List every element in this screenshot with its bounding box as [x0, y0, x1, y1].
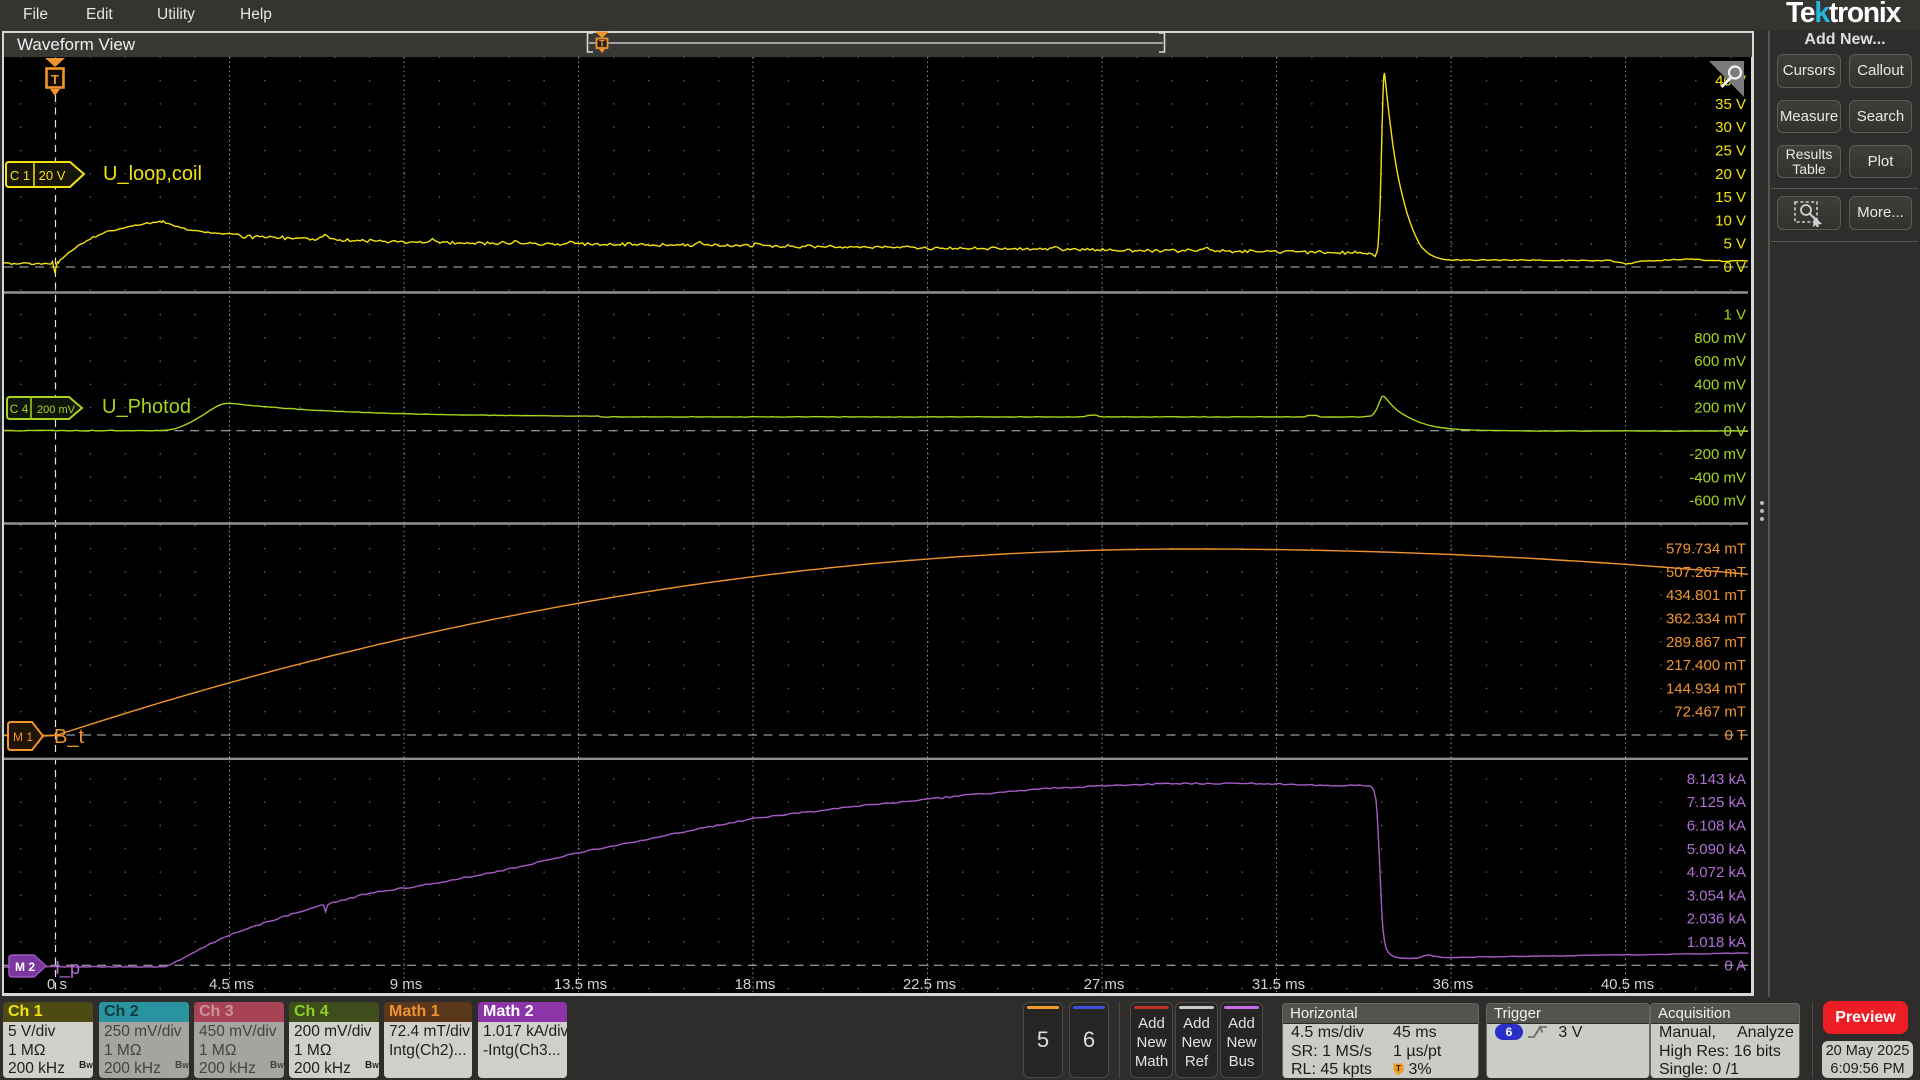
svg-text:T: T [51, 72, 59, 87]
svg-text:U_loop,coil: U_loop,coil [103, 163, 202, 185]
svg-text:13.5 ms: 13.5 ms [554, 976, 607, 993]
svg-text:5 V: 5 V [1723, 236, 1746, 253]
svg-text:I_p: I_p [55, 958, 80, 979]
svg-text:22.5 ms: 22.5 ms [903, 976, 956, 993]
svg-text:20 V: 20 V [1715, 166, 1746, 183]
svg-text:0 T: 0 T [1725, 727, 1746, 744]
svg-text:18 ms: 18 ms [735, 976, 776, 993]
svg-text:-600 mV: -600 mV [1689, 493, 1746, 510]
svg-text:1 V: 1 V [1723, 307, 1746, 324]
svg-text:30 V: 30 V [1715, 119, 1746, 136]
svg-text:7.125 kA: 7.125 kA [1687, 794, 1746, 811]
svg-text:31.5 ms: 31.5 ms [1252, 976, 1305, 993]
svg-text:6.108 kA: 6.108 kA [1687, 818, 1746, 835]
svg-text:B_t: B_t [54, 726, 84, 748]
svg-text:3.054 kA: 3.054 kA [1687, 887, 1746, 904]
svg-text:5.090 kA: 5.090 kA [1687, 841, 1746, 858]
svg-text:36 ms: 36 ms [1433, 976, 1474, 993]
svg-text:4.072 kA: 4.072 kA [1687, 864, 1746, 881]
svg-text:20 V: 20 V [39, 168, 66, 183]
svg-text:M 2: M 2 [15, 960, 35, 974]
svg-text:1.018 kA: 1.018 kA [1687, 934, 1746, 951]
svg-text:8.143 kA: 8.143 kA [1687, 771, 1746, 788]
svg-text:2.036 kA: 2.036 kA [1687, 911, 1746, 928]
svg-text:T: T [1396, 1064, 1401, 1073]
svg-text:217.400 mT: 217.400 mT [1666, 657, 1746, 674]
svg-text:-400 mV: -400 mV [1689, 469, 1746, 486]
svg-text:M 1: M 1 [13, 730, 33, 744]
svg-text:10 V: 10 V [1715, 212, 1746, 229]
svg-text:400 mV: 400 mV [1694, 376, 1746, 393]
svg-text:U_Photod: U_Photod [102, 396, 191, 418]
svg-text:4.5 ms: 4.5 ms [209, 976, 254, 993]
svg-text:0 A: 0 A [1724, 957, 1746, 974]
svg-text:-200 mV: -200 mV [1689, 446, 1746, 463]
svg-text:200 mV: 200 mV [1694, 400, 1746, 417]
svg-text:362.334 mT: 362.334 mT [1666, 611, 1746, 628]
svg-text:T: T [599, 39, 605, 49]
svg-text:35 V: 35 V [1715, 96, 1746, 113]
svg-text:15 V: 15 V [1715, 189, 1746, 206]
svg-text:200 mV: 200 mV [37, 404, 76, 416]
svg-text:C 4: C 4 [10, 402, 29, 416]
svg-text:72.467 mT: 72.467 mT [1674, 704, 1746, 721]
svg-text:C 1: C 1 [10, 168, 30, 183]
svg-text:40.5 ms: 40.5 ms [1601, 976, 1654, 993]
svg-text:600 mV: 600 mV [1694, 353, 1746, 370]
svg-text:9 ms: 9 ms [390, 976, 423, 993]
svg-text:434.801 mT: 434.801 mT [1666, 587, 1746, 604]
svg-text:25 V: 25 V [1715, 143, 1746, 160]
svg-text:0 s: 0 s [47, 976, 67, 993]
svg-text:800 mV: 800 mV [1694, 330, 1746, 347]
svg-text:27 ms: 27 ms [1084, 976, 1125, 993]
svg-text:289.867 mT: 289.867 mT [1666, 634, 1746, 651]
svg-text:579.734 mT: 579.734 mT [1666, 541, 1746, 558]
svg-text:144.934 mT: 144.934 mT [1666, 680, 1746, 697]
